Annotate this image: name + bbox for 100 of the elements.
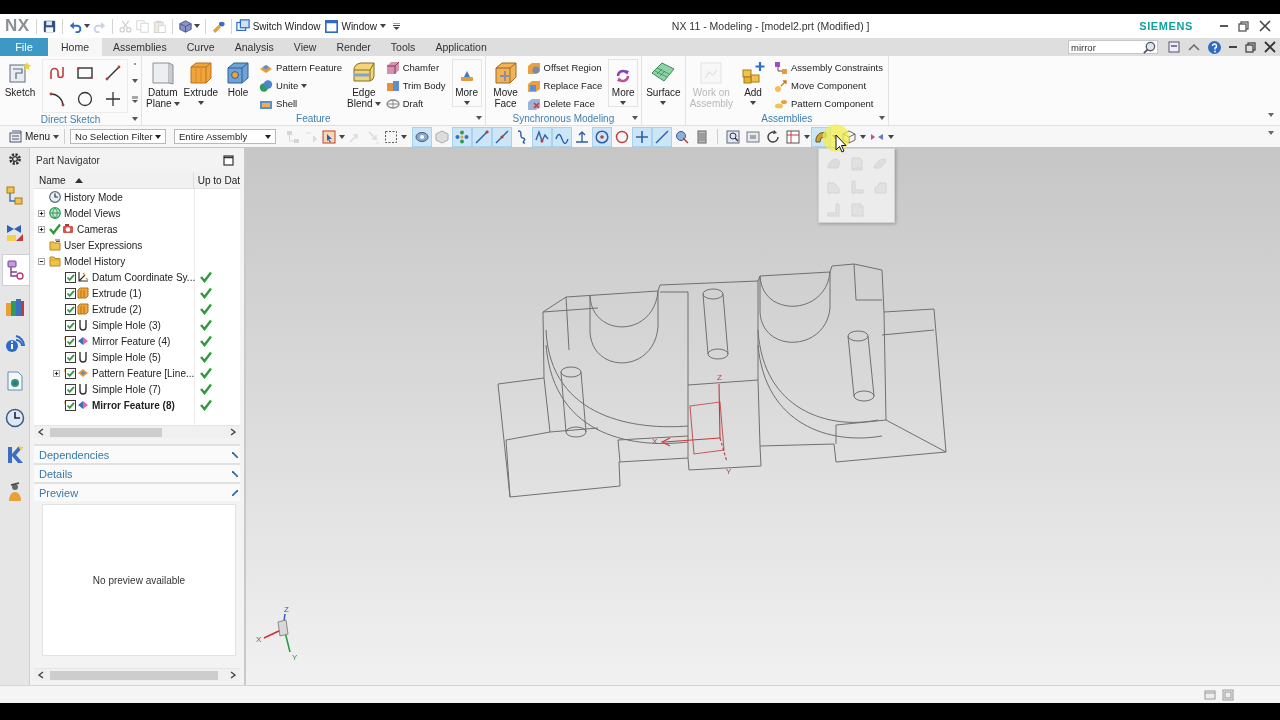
expand-gallery-icon[interactable] xyxy=(132,96,138,103)
tool-button[interactable]: Replace Face xyxy=(526,78,603,93)
tool-button[interactable]: Datum Plane xyxy=(145,59,181,109)
chevron-right-icon[interactable] xyxy=(230,671,236,679)
caret-icon[interactable] xyxy=(878,116,885,120)
column-header[interactable]: Up to Dat xyxy=(193,172,240,188)
scroll-thumb[interactable] xyxy=(50,670,218,680)
tree-item[interactable]: Mirror Feature (8) xyxy=(92,399,175,411)
more-button[interactable]: More xyxy=(451,59,482,107)
cube-icon[interactable] xyxy=(178,19,192,33)
collapse-icon[interactable] xyxy=(38,257,45,265)
window-menu-button[interactable]: Window xyxy=(325,19,386,33)
tool-button[interactable]: Pattern Feature xyxy=(259,60,343,75)
tree-item[interactable]: Model Views xyxy=(64,207,121,219)
tool-button[interactable]: Delete Face xyxy=(526,96,603,111)
panel-icon[interactable] xyxy=(1168,41,1180,53)
section-header[interactable]: Details xyxy=(34,463,240,482)
ribbon-tab[interactable]: Home xyxy=(48,38,102,56)
more-button[interactable]: More xyxy=(608,59,639,107)
tool-button[interactable]: Pattern Component xyxy=(774,96,883,111)
maximize-icon[interactable] xyxy=(223,154,234,166)
tree-item[interactable]: Mirror Feature (4) xyxy=(92,335,171,347)
toggle-button[interactable] xyxy=(492,126,512,147)
scroll-thumb[interactable] xyxy=(50,427,162,437)
ribbon-tab[interactable]: Render xyxy=(327,38,380,56)
tool-button[interactable]: Draft xyxy=(385,96,446,111)
tree-item[interactable]: Extrude (1) xyxy=(92,287,142,299)
tool-button[interactable]: Extrude xyxy=(182,59,220,105)
caret-icon[interactable] xyxy=(374,102,381,107)
undo-icon[interactable] xyxy=(68,19,82,33)
caret-icon[interactable] xyxy=(193,24,200,28)
checkbox-icon[interactable] xyxy=(64,383,76,395)
tree-item[interactable]: Model History xyxy=(64,255,126,267)
caret-icon[interactable] xyxy=(475,116,482,120)
expand-icon[interactable] xyxy=(38,225,45,233)
caret-icon[interactable] xyxy=(132,117,138,121)
caret-icon[interactable] xyxy=(888,134,894,139)
tree-item[interactable]: Pattern Feature [Line... xyxy=(92,367,195,379)
caret-icon[interactable] xyxy=(197,101,204,105)
tool-button[interactable]: Move Face xyxy=(488,59,523,109)
tool-button[interactable]: Edge Blend xyxy=(346,59,382,109)
checkbox-icon[interactable] xyxy=(64,351,76,363)
tool-button[interactable]: Add xyxy=(736,59,771,105)
checkbox-icon[interactable] xyxy=(64,287,76,299)
toggle-button[interactable] xyxy=(412,126,432,147)
scroll-up-icon[interactable] xyxy=(133,63,137,65)
arc-icon[interactable] xyxy=(49,91,65,107)
circle-icon[interactable] xyxy=(77,91,93,107)
graphics-window[interactable]: Z X Y Z X Y xyxy=(246,148,1280,685)
close-icon[interactable] xyxy=(1264,41,1276,53)
checkbox-icon[interactable] xyxy=(64,303,76,315)
selection-filter-dropdown[interactable]: No Selection Filter xyxy=(70,129,166,144)
caret-icon[interactable] xyxy=(265,134,271,139)
tool-button[interactable]: Move Component xyxy=(774,78,883,93)
expand-icon[interactable] xyxy=(53,369,60,377)
select-icon[interactable] xyxy=(322,129,336,144)
chevron-up-icon[interactable] xyxy=(1188,42,1200,52)
checkbox-icon[interactable] xyxy=(64,367,76,379)
caret-icon[interactable] xyxy=(83,24,90,28)
chevron-left-icon[interactable] xyxy=(38,428,44,436)
caret-icon[interactable] xyxy=(463,101,470,105)
caret-icon[interactable] xyxy=(860,134,866,139)
ribbon-tab[interactable]: Application xyxy=(426,38,496,56)
tool-button[interactable]: Trim Body xyxy=(385,78,446,93)
scope-dropdown[interactable]: Entire Assembly xyxy=(174,129,276,144)
settings-icon[interactable] xyxy=(7,152,22,166)
caret-icon[interactable] xyxy=(155,134,161,139)
chevron-right-icon[interactable] xyxy=(230,428,236,436)
caret-icon[interactable] xyxy=(660,101,667,105)
checkbox-icon[interactable] xyxy=(64,319,76,331)
help-icon[interactable] xyxy=(1208,40,1221,54)
caret-icon[interactable] xyxy=(380,24,386,28)
caret-icon[interactable] xyxy=(620,101,627,105)
save-icon[interactable] xyxy=(42,19,56,33)
section-header[interactable]: Preview xyxy=(34,482,240,501)
menu-caret-icon[interactable] xyxy=(393,22,400,30)
ribbon-tab[interactable]: Assemblies xyxy=(104,38,176,56)
tool-button[interactable]: Chamfer xyxy=(385,60,446,75)
tool-button[interactable]: Hole xyxy=(221,59,256,98)
close-icon[interactable] xyxy=(1259,20,1271,32)
section-header[interactable]: Dependencies xyxy=(34,444,240,463)
caret-icon[interactable] xyxy=(301,83,308,88)
tree-item[interactable]: History Mode xyxy=(64,191,123,203)
line-icon[interactable] xyxy=(105,65,121,81)
chevron-left-icon[interactable] xyxy=(38,671,44,679)
column-header[interactable]: Name xyxy=(34,172,194,188)
navigator-tab[interactable] xyxy=(2,254,29,286)
tool-button[interactable]: Shell xyxy=(259,96,343,111)
tree-item[interactable]: Cameras xyxy=(77,223,118,235)
caret-icon[interactable] xyxy=(173,102,180,107)
toggle-button[interactable] xyxy=(532,126,552,147)
checkbox-icon[interactable] xyxy=(64,399,76,411)
toggle-button[interactable] xyxy=(632,126,652,147)
tool-button[interactable]: Unite xyxy=(259,78,343,93)
rectangle-icon[interactable] xyxy=(77,65,93,81)
marquee-icon[interactable] xyxy=(384,129,398,144)
tool-button[interactable]: Assembly Constraints xyxy=(774,60,883,75)
caret-icon[interactable] xyxy=(401,134,407,139)
caret-icon[interactable] xyxy=(53,134,59,139)
toggle-button[interactable] xyxy=(652,126,672,147)
